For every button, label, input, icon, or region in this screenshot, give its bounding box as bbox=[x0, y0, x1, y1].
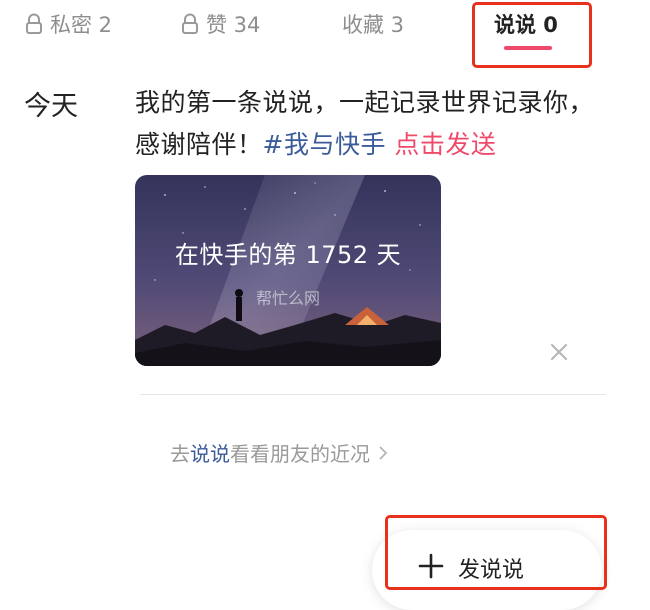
chevron-right-icon bbox=[379, 445, 388, 460]
send-link[interactable]: 点击发送 bbox=[394, 130, 496, 159]
tab-private-label: 私密 2 bbox=[50, 13, 113, 37]
friends-link-prefix: 去 bbox=[170, 442, 190, 466]
friends-link-suffix: 看看朋友的近况 bbox=[230, 442, 370, 466]
tab-likes-label: 赞 34 bbox=[206, 13, 261, 37]
friends-link-keyword: 说说 bbox=[190, 442, 230, 466]
post-day-label: 今天 bbox=[24, 91, 78, 122]
friends-updates-link[interactable]: 去说说 看看朋友的近况 bbox=[170, 438, 388, 467]
highlight-box-fab bbox=[385, 515, 607, 590]
card-watermark: 帮忙么网 bbox=[255, 289, 320, 308]
tab-favorites[interactable]: 收藏 3 bbox=[342, 4, 404, 44]
post-text: 我的第一条说说，一起记录世界记录你，感谢陪伴！#我与快手 点击发送 bbox=[135, 82, 595, 166]
post-image-card[interactable]: 在快手的第 1752 天 帮忙么网 bbox=[135, 175, 441, 366]
hashtag-link[interactable]: #我与快手 bbox=[263, 130, 386, 159]
tab-favorites-label: 收藏 3 bbox=[342, 13, 405, 37]
close-icon[interactable] bbox=[549, 342, 569, 362]
night-sky-image bbox=[135, 175, 441, 366]
lock-icon bbox=[182, 13, 198, 34]
lock-icon bbox=[26, 13, 42, 34]
tab-private[interactable]: 私密 2 bbox=[24, 4, 112, 44]
highlight-box-tab bbox=[472, 2, 592, 68]
divider bbox=[140, 394, 606, 395]
card-title: 在快手的第 1752 天 bbox=[174, 241, 402, 269]
tab-likes[interactable]: 赞 34 bbox=[180, 4, 260, 44]
